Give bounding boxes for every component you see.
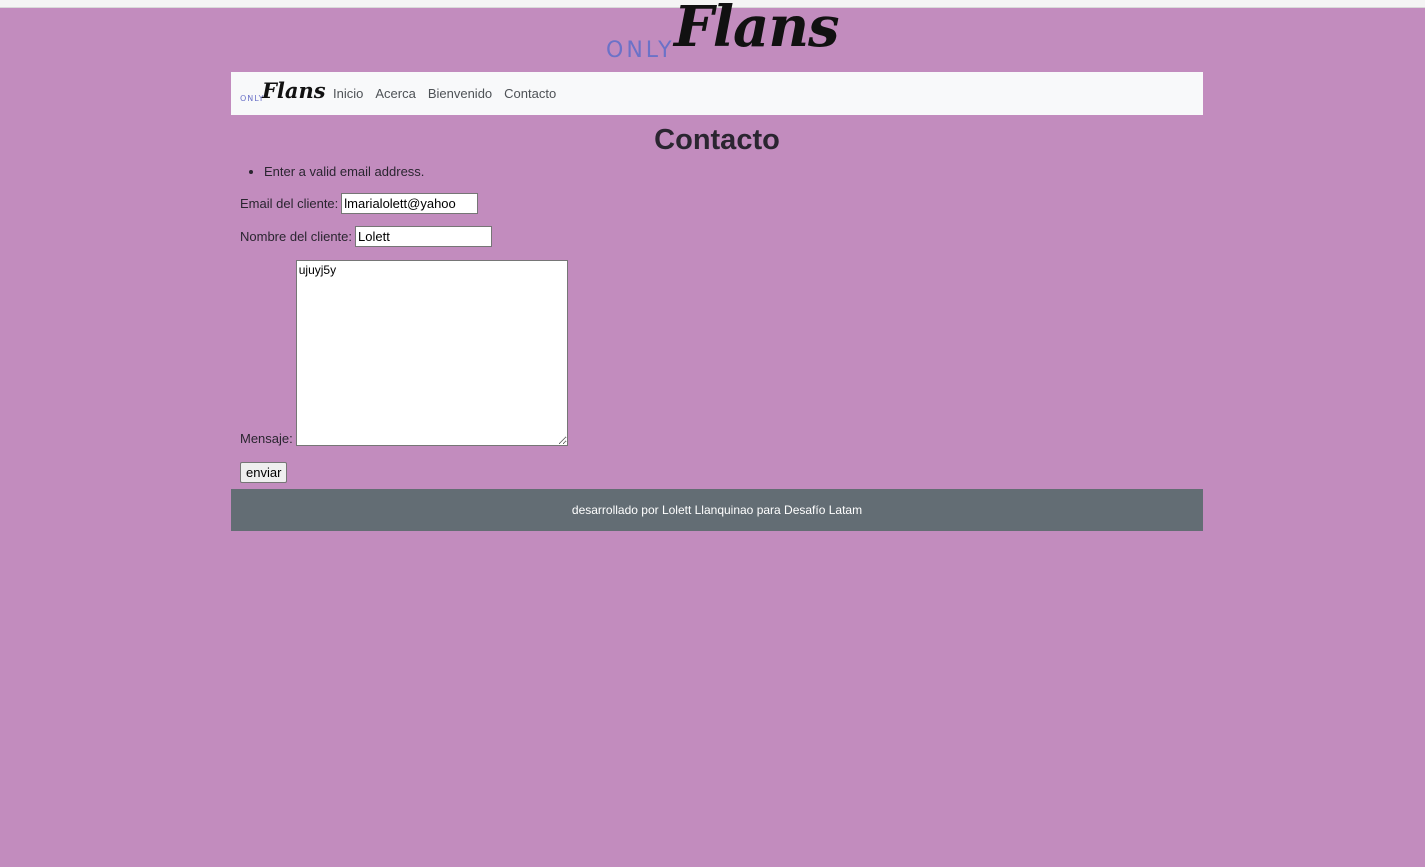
hero-logo: ONLY Flans <box>600 0 840 70</box>
name-label: Nombre del cliente: <box>240 229 352 244</box>
nav-link-contacto[interactable]: Contacto <box>498 86 562 101</box>
form-error-item: Enter a valid email address. <box>264 163 424 180</box>
submit-button[interactable]: enviar <box>240 462 288 483</box>
nav-logo-only-text: ONLY <box>240 94 265 103</box>
navbar: ONLY Flans Inicio Acerca Bienvenido Cont… <box>231 72 1203 115</box>
email-input[interactable] <box>341 193 479 214</box>
page-title: Contacto <box>654 124 780 156</box>
email-row: Email del cliente: <box>240 193 479 214</box>
hero-logo-flans-text: Flans <box>674 0 840 60</box>
form-error-list: Enter a valid email address. <box>240 163 424 180</box>
email-label: Email del cliente: <box>240 196 339 211</box>
nav-link-acerca[interactable]: Acerca <box>369 86 421 101</box>
message-textarea[interactable]: ujuyj5y <box>295 260 568 446</box>
navbar-brand-logo[interactable]: ONLY Flans <box>240 78 326 108</box>
footer-text: desarrollado por Lolett Llanquinao para … <box>571 503 863 517</box>
nav-link-bienvenido[interactable]: Bienvenido <box>422 86 498 101</box>
nav-logo-flans-text: Flans <box>262 78 326 103</box>
message-label: Mensaje: <box>240 431 293 446</box>
name-input[interactable] <box>355 226 492 247</box>
nav-link-inicio[interactable]: Inicio <box>327 86 369 101</box>
message-row: Mensaje: ujuyj5y <box>240 260 568 446</box>
name-row: Nombre del cliente: <box>240 226 492 247</box>
nav-links: Inicio Acerca Bienvenido Contacto <box>327 72 562 115</box>
hero-logo-only-text: ONLY <box>606 38 675 63</box>
footer: desarrollado por Lolett Llanquinao para … <box>231 489 1203 531</box>
